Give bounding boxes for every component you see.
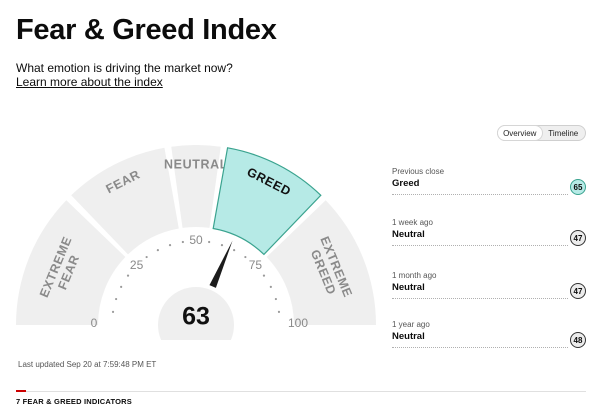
history-row-1-week: 1 week ago Neutral 47: [392, 218, 586, 254]
gauge-scale-dot: [120, 285, 123, 288]
gauge-scale-dot: [277, 310, 281, 313]
history-score-badge: 65: [570, 179, 586, 195]
history-row-previous-close: Previous close Greed 65: [392, 167, 586, 203]
history-rating: Neutral: [392, 282, 425, 293]
history-score-badge: 48: [570, 332, 586, 348]
gauge-scale-dot: [156, 249, 159, 252]
gauge-scale-label: 75: [249, 258, 263, 272]
indicators-section-title: 7 FEAR & GREED INDICATORS: [16, 397, 132, 406]
fear-greed-gauge: EXTREMEFEARFEARNEUTRALGREEDEXTREMEGREED0…: [16, 145, 376, 340]
gauge-scale-dot: [145, 255, 148, 259]
gauge-scale-dot: [233, 249, 236, 252]
gauge-scale-dot: [111, 310, 115, 313]
gauge-scale-label: 0: [91, 316, 98, 330]
gauge-segment-label: NEUTRAL: [164, 157, 228, 171]
history-row-1-month: 1 month ago Neutral 47: [392, 271, 586, 307]
gauge-scale-dot: [262, 274, 266, 277]
dotted-divider: [392, 347, 568, 348]
dotted-divider: [392, 245, 568, 246]
gauge-scale-dot: [126, 274, 130, 277]
page-title: Fear & Greed Index: [16, 14, 277, 46]
gauge-scale-dot: [115, 297, 118, 301]
overview-tab[interactable]: Overview: [498, 126, 542, 140]
history-score-badge: 47: [570, 230, 586, 246]
gauge-scale-label: 100: [288, 316, 308, 330]
gauge-scale-dot: [208, 240, 211, 244]
history-label: 1 month ago: [392, 271, 437, 280]
gauge-scale-dot: [168, 244, 172, 247]
gauge-needle: [209, 240, 233, 288]
learn-more-link[interactable]: Learn more about the index: [16, 75, 163, 89]
history-label: Previous close: [392, 167, 445, 176]
dotted-divider: [392, 194, 568, 195]
gauge-scale-label: 25: [130, 258, 144, 272]
last-updated-text: Last updated Sep 20 at 7:59:48 PM ET: [18, 360, 157, 369]
history-label: 1 year ago: [392, 320, 430, 329]
gauge-scale-dot: [274, 297, 277, 301]
dotted-divider: [392, 298, 568, 299]
history-rating: Neutral: [392, 229, 425, 240]
history-label: 1 week ago: [392, 218, 433, 227]
history-row-1-year: 1 year ago Neutral 48: [392, 320, 586, 356]
history-rating: Greed: [392, 178, 420, 189]
gauge-scale-dot: [269, 285, 272, 288]
history-score-badge: 47: [570, 283, 586, 299]
gauge-scale-dot: [181, 240, 184, 244]
gauge-value: 63: [182, 303, 210, 331]
section-divider: [16, 391, 586, 392]
timeline-tab[interactable]: Timeline: [542, 126, 586, 140]
section-accent-bar: [16, 390, 26, 392]
history-rating: Neutral: [392, 331, 425, 342]
gauge-scale-dot: [220, 244, 224, 247]
gauge-scale-dot: [244, 255, 247, 259]
gauge-scale-label: 50: [189, 233, 203, 247]
view-toggle: Overview Timeline: [497, 125, 586, 141]
page-subtitle: What emotion is driving the market now?: [16, 61, 233, 75]
